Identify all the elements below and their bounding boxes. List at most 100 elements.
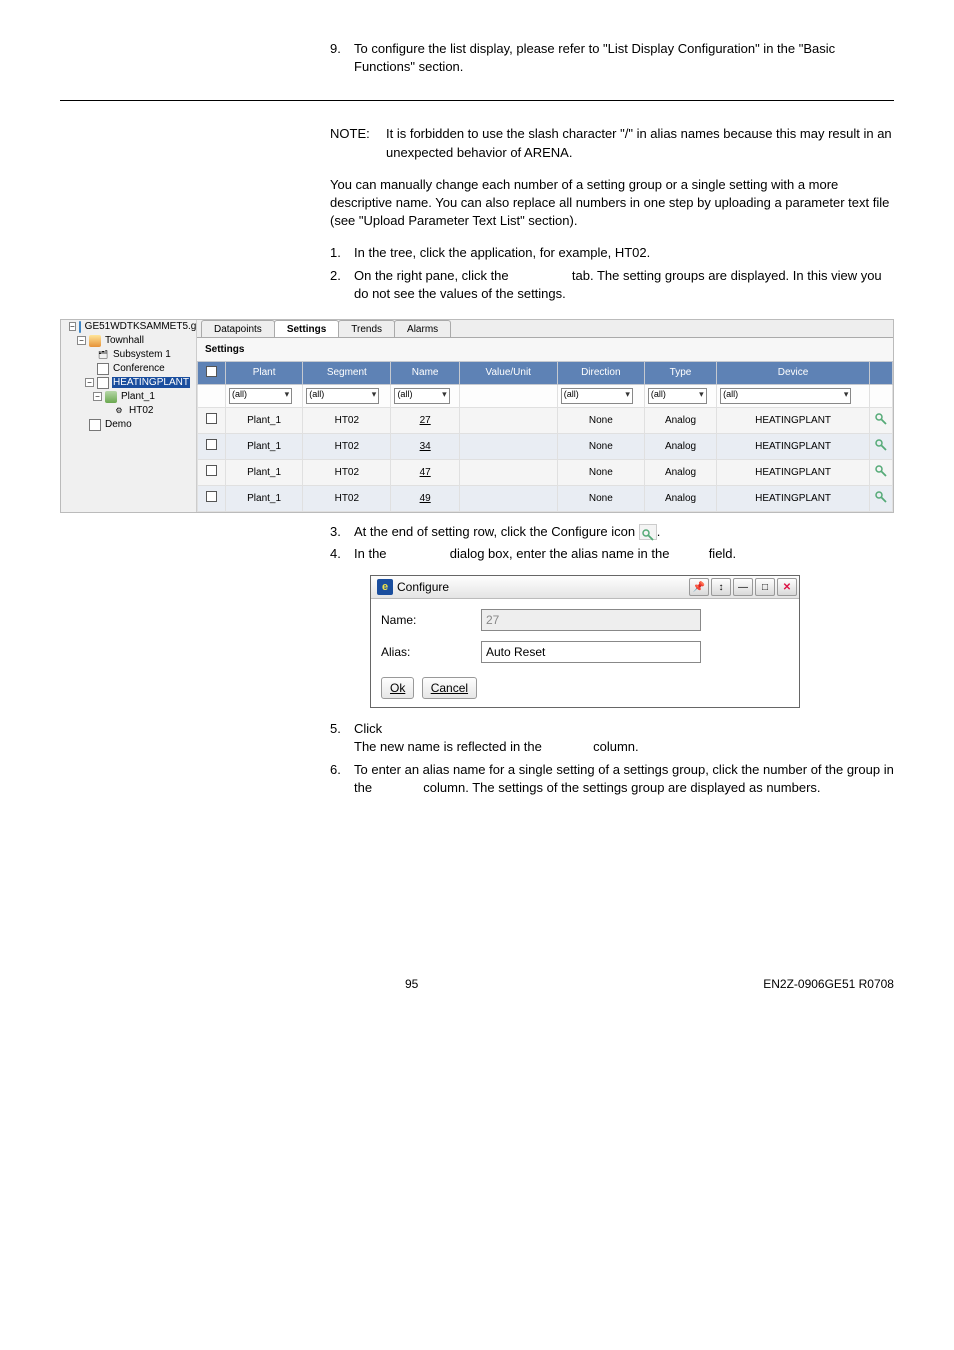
cell-plant: Plant_1: [226, 459, 303, 485]
server-icon: [79, 321, 81, 333]
col-type: Type: [644, 361, 716, 384]
row-checkbox[interactable]: [206, 413, 217, 424]
pin-button[interactable]: 📌: [689, 578, 709, 596]
cell-name-link[interactable]: 49: [420, 493, 431, 504]
filter-segment[interactable]: (all): [306, 388, 379, 404]
settings-table: Plant Segment Name Value/Unit Direction …: [197, 361, 893, 512]
segment-icon: ⚙: [113, 405, 125, 417]
section-title: Settings: [197, 338, 893, 361]
cell-segment: HT02: [303, 459, 391, 485]
cell-plant: Plant_1: [226, 407, 303, 433]
note-text: It is forbidden to use the slash charact…: [386, 125, 894, 161]
cell-device: HEATINGPLANT: [717, 459, 870, 485]
col-device: Device: [717, 361, 870, 384]
minimize-button[interactable]: —: [733, 578, 753, 596]
cell-name-link[interactable]: 27: [420, 415, 431, 426]
step-1: 1. In the tree, click the application, f…: [330, 244, 894, 262]
step-number: 6.: [330, 761, 354, 797]
tree-label: Subsystem 1: [112, 349, 172, 360]
maximize-button[interactable]: □: [755, 578, 775, 596]
tree-collapse-icon[interactable]: −: [85, 378, 94, 387]
step-text-line2-pre: The new name is reflected in the: [354, 739, 546, 754]
refresh-button[interactable]: ↕: [711, 578, 731, 596]
tree-node-demo[interactable]: Demo: [77, 418, 196, 432]
step-text-line2-post: column.: [590, 739, 639, 754]
tree-node-plant1[interactable]: − Plant_1: [93, 390, 196, 404]
name-input: [481, 609, 701, 631]
configure-icon[interactable]: [874, 438, 888, 452]
cancel-button[interactable]: Cancel: [422, 677, 477, 699]
step-text: On the right pane, click the tab. The se…: [354, 267, 894, 303]
alias-label: Alias:: [381, 645, 481, 659]
close-button[interactable]: ✕: [777, 578, 797, 596]
cell-name-link[interactable]: 34: [420, 441, 431, 452]
ok-button[interactable]: Ok: [381, 677, 414, 699]
name-label: Name:: [381, 613, 481, 627]
note: NOTE: It is forbidden to use the slash c…: [330, 125, 894, 161]
col-value: Value/Unit: [459, 361, 557, 384]
filter-plant[interactable]: (all): [229, 388, 292, 404]
row-checkbox[interactable]: [206, 439, 217, 450]
cell-name-link[interactable]: 47: [420, 467, 431, 478]
tree-collapse-icon[interactable]: −: [77, 336, 86, 345]
device-icon: [97, 377, 109, 389]
step-3: 3. At the end of setting row, click the …: [330, 523, 894, 541]
alias-input[interactable]: [481, 641, 701, 663]
filter-name[interactable]: (all): [394, 388, 449, 404]
cell-type: Analog: [644, 459, 716, 485]
doc-id: EN2Z-0906GE51 R0708: [763, 977, 894, 991]
configure-icon[interactable]: [874, 412, 888, 426]
home-icon: [89, 335, 101, 347]
configure-icon[interactable]: [874, 464, 888, 478]
cell-device: HEATINGPLANT: [717, 407, 870, 433]
cell-segment: HT02: [303, 485, 391, 511]
tree-node-root[interactable]: − GE51WDTKSAMMET5.globa: [69, 320, 196, 334]
tree-node-townhall[interactable]: − Townhall: [77, 334, 196, 348]
device-icon: [97, 363, 109, 375]
step-9: 9. To configure the list display, please…: [330, 40, 894, 76]
step-number: 1.: [330, 244, 354, 262]
configure-icon[interactable]: [874, 490, 888, 504]
tree-node-subsystem[interactable]: 🗂 Subsystem 1: [85, 348, 196, 362]
configure-icon-inline: [639, 524, 657, 540]
tree-pane: − GE51WDTKSAMMET5.globa − Townhall: [61, 320, 197, 512]
filter-direction[interactable]: (all): [561, 388, 633, 404]
step-text: Click The new name is reflected in the c…: [354, 720, 894, 756]
cell-value: [459, 459, 557, 485]
step-number: 5.: [330, 720, 354, 756]
filter-type[interactable]: (all): [648, 388, 707, 404]
tree-collapse-icon[interactable]: −: [93, 392, 102, 401]
device-icon: [89, 419, 101, 431]
tree-node-heatingplant[interactable]: − HEATINGPLANT: [85, 376, 196, 390]
plant-icon: [105, 391, 117, 403]
step-number: 3.: [330, 523, 354, 541]
row-checkbox[interactable]: [206, 491, 217, 502]
page-number: 95: [405, 977, 418, 991]
tab-alarms[interactable]: Alarms: [394, 320, 451, 337]
note-label: NOTE:: [330, 125, 386, 161]
tree-label: Townhall: [104, 335, 145, 346]
tree-node-conference[interactable]: Conference: [85, 362, 196, 376]
filter-device[interactable]: (all): [720, 388, 851, 404]
tab-settings[interactable]: Settings: [274, 320, 339, 337]
tab-trends[interactable]: Trends: [338, 320, 395, 337]
step-text-mid: dialog box, enter the alias name in the: [446, 546, 673, 561]
cell-device: HEATINGPLANT: [717, 433, 870, 459]
step-text-main: At the end of setting row, click the Con…: [354, 524, 639, 539]
row-checkbox[interactable]: [206, 465, 217, 476]
tree-label: Plant_1: [120, 391, 156, 402]
step-4: 4. In the dialog box, enter the alias na…: [330, 545, 894, 563]
step-6: 6. To enter an alias name for a single s…: [330, 761, 894, 797]
tree-collapse-icon[interactable]: −: [69, 322, 76, 331]
step-text: To enter an alias name for a single sett…: [354, 761, 894, 797]
app-screenshot: − GE51WDTKSAMMET5.globa − Townhall: [60, 319, 894, 513]
cell-plant: Plant_1: [226, 433, 303, 459]
tab-bar: Datapoints Settings Trends Alarms: [197, 320, 893, 338]
step-number: 4.: [330, 545, 354, 563]
cell-segment: HT02: [303, 433, 391, 459]
step-2: 2. On the right pane, click the tab. The…: [330, 267, 894, 303]
tree-node-ht02[interactable]: ⚙ HT02: [101, 404, 196, 418]
cell-value: [459, 407, 557, 433]
header-checkbox[interactable]: [206, 366, 217, 377]
tab-datapoints[interactable]: Datapoints: [201, 320, 275, 337]
